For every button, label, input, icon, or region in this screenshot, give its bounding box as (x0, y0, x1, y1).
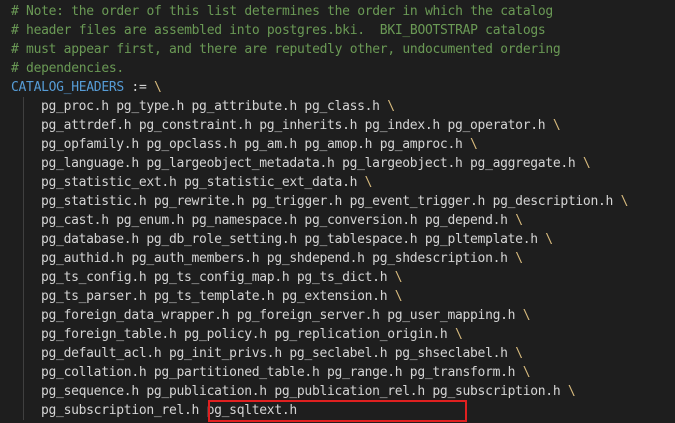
header-line: pg_foreign_table.h pg_policy.h pg_replic… (11, 325, 675, 344)
variable-name: CATALOG_HEADERS (11, 80, 124, 95)
header-files-text: pg_ts_parser.h pg_ts_template.h pg_exten… (41, 289, 395, 304)
header-line: pg_database.h pg_db_role_setting.h pg_ta… (11, 230, 675, 249)
header-files-text: pg_statistic_ext.h pg_statistic_ext_data… (41, 175, 365, 190)
line-continuation: \ (582, 156, 591, 171)
header-line: pg_default_acl.h pg_init_privs.h pg_secl… (11, 344, 675, 363)
comment-line: # dependencies. (11, 61, 124, 76)
header-line: pg_statistic.h pg_rewrite.h pg_trigger.h… (11, 192, 675, 211)
header-files-text: pg_foreign_data_wrapper.h pg_foreign_ser… (41, 308, 523, 323)
line-continuation: \ (515, 213, 523, 228)
comment-line: # header files are assembled into postgr… (11, 23, 546, 38)
header-files-text: pg_sequence.h pg_publication.h pg_public… (41, 384, 568, 399)
header-line: pg_opfamily.h pg_opclass.h pg_am.h pg_am… (11, 135, 675, 154)
line-continuation: \ (470, 137, 478, 152)
line-continuation: \ (394, 289, 403, 304)
line-continuation: \ (545, 232, 553, 247)
header-line: pg_sequence.h pg_publication.h pg_public… (11, 382, 675, 401)
assign-operator: := (123, 80, 155, 95)
line-continuation: \ (454, 327, 463, 342)
highlight-box (208, 400, 467, 422)
header-files-text: pg_language.h pg_largeobject_metadata.h … (41, 156, 583, 171)
header-files-text: pg_authid.h pg_auth_members.h pg_shdepen… (41, 251, 516, 266)
header-line: pg_language.h pg_largeobject_metadata.h … (11, 154, 675, 173)
line-continuation: \ (522, 365, 531, 380)
header-line: pg_collation.h pg_partitioned_table.h pg… (11, 363, 675, 382)
header-files-text: pg_proc.h pg_type.h pg_attribute.h pg_cl… (41, 99, 388, 114)
header-line: pg_attrdef.h pg_constraint.h pg_inherits… (11, 116, 675, 135)
line-continuation: \ (154, 80, 162, 95)
header-files-text: pg_ts_config.h pg_ts_config_map.h pg_ts_… (41, 270, 395, 285)
comment-line: # must appear first, and there are reput… (11, 42, 561, 57)
comment-line: # Note: the order of this list determine… (11, 4, 553, 19)
line-continuation: \ (620, 194, 629, 209)
line-continuation: \ (522, 308, 531, 323)
line-continuation: \ (515, 251, 523, 266)
header-line: pg_cast.h pg_enum.h pg_namespace.h pg_co… (11, 211, 675, 230)
code-area[interactable]: # Note: the order of this list determine… (11, 2, 675, 420)
header-line: pg_foreign_data_wrapper.h pg_foreign_ser… (11, 306, 675, 325)
header-files-text: pg_database.h pg_db_role_setting.h pg_ta… (41, 232, 546, 247)
assignment-line: CATALOG_HEADERS := \ (11, 78, 675, 97)
header-line: pg_authid.h pg_auth_members.h pg_shdepen… (11, 249, 675, 268)
line-continuation: \ (515, 346, 523, 361)
header-line: pg_ts_parser.h pg_ts_template.h pg_exten… (11, 287, 675, 306)
header-line: pg_statistic_ext.h pg_statistic_ext_data… (11, 173, 675, 192)
line-continuation: \ (394, 270, 403, 285)
header-files-text: pg_statistic.h pg_rewrite.h pg_trigger.h… (41, 194, 621, 209)
header-files-text: pg_cast.h pg_enum.h pg_namespace.h pg_co… (41, 213, 516, 228)
line-continuation: \ (387, 99, 395, 114)
header-line: pg_proc.h pg_type.h pg_attribute.h pg_cl… (11, 97, 675, 116)
header-files-text: pg_foreign_table.h pg_policy.h pg_replic… (41, 327, 455, 342)
line-continuation: \ (552, 118, 561, 133)
header-files-text: pg_collation.h pg_partitioned_table.h pg… (41, 365, 523, 380)
code-editor[interactable]: # Note: the order of this list determine… (0, 0, 675, 423)
line-continuation: \ (567, 384, 576, 399)
header-files-text: pg_opfamily.h pg_opclass.h pg_am.h pg_am… (41, 137, 471, 152)
line-continuation: \ (364, 175, 373, 190)
header-files-text: pg_default_acl.h pg_init_privs.h pg_secl… (41, 346, 516, 361)
header-line: pg_ts_config.h pg_ts_config_map.h pg_ts_… (11, 268, 675, 287)
header-list: pg_proc.h pg_type.h pg_attribute.h pg_cl… (11, 97, 675, 420)
header-files-text: pg_attrdef.h pg_constraint.h pg_inherits… (41, 118, 553, 133)
